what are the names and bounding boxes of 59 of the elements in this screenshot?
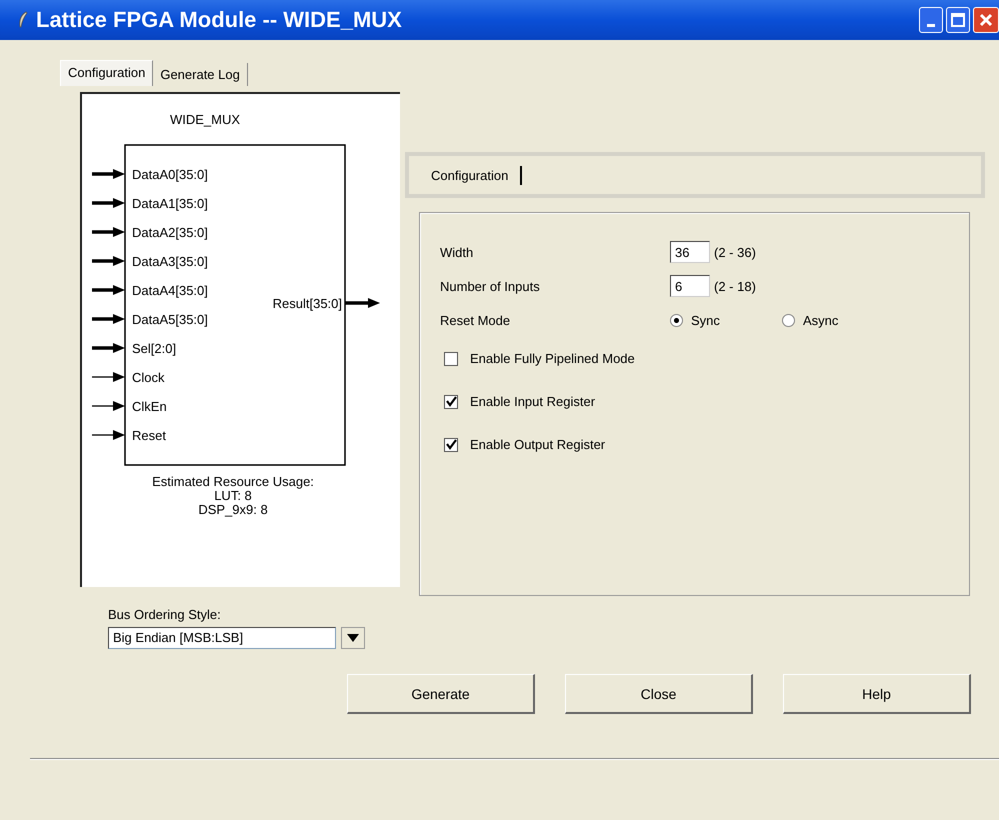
module-title: WIDE_MUX [170, 112, 240, 127]
input-arrow [92, 285, 125, 295]
tab[interactable]: Configuration [60, 60, 154, 86]
dropdown-caret-icon[interactable] [341, 627, 365, 649]
field-label: Bus Ordering Style: [108, 607, 222, 622]
output-arrow [345, 298, 380, 308]
number-input[interactable]: 36 [670, 241, 710, 263]
checkbox-label: Enable Input Register [470, 394, 596, 409]
radio-button[interactable] [782, 314, 795, 326]
window-title: Lattice FPGA Module -- WIDE_MUX [36, 7, 403, 33]
radio-label: Sync [691, 312, 720, 328]
input-arrow [92, 430, 125, 440]
range-text: (2 - 18) [714, 278, 756, 294]
checkbox[interactable] [444, 394, 458, 408]
setting-label: Number of Inputs [440, 278, 541, 294]
action-button[interactable]: Help [783, 674, 971, 714]
port-label: DataA4[35:0] [132, 283, 208, 298]
input-arrow [92, 314, 125, 324]
range-text: (2 - 36) [714, 244, 756, 260]
port-label: Sel[2:0] [132, 341, 176, 356]
input-arrow [92, 343, 125, 353]
feather-icon [18, 11, 28, 29]
port-label: DataA1[35:0] [132, 196, 208, 211]
checkbox-label: Enable Output Register [470, 437, 606, 452]
checkbox-label: Enable Fully Pipelined Mode [470, 351, 635, 366]
input-arrow [92, 227, 125, 237]
checkbox[interactable] [444, 352, 458, 366]
checkbox[interactable] [444, 438, 458, 452]
port-label: DataA2[35:0] [132, 225, 208, 240]
radio-label: Async [803, 312, 838, 328]
setting-label: Reset Mode [440, 312, 512, 328]
input-arrow [92, 198, 125, 208]
number-input[interactable]: 6 [670, 275, 710, 297]
input-arrow [92, 401, 125, 411]
port-label: Reset [132, 428, 166, 443]
input-arrow [92, 372, 125, 382]
resource-usage-text: DSP_9x9: 8 [198, 502, 268, 517]
input-arrow [92, 256, 125, 266]
close-button[interactable] [973, 7, 999, 33]
action-button[interactable]: Close [565, 674, 753, 714]
setting-label: Width [440, 244, 474, 260]
port-label: DataA3[35:0] [132, 254, 208, 269]
bus-ordering-dropdown[interactable]: Big Endian [MSB:LSB] [108, 627, 336, 649]
port-label: DataA0[35:0] [132, 167, 208, 182]
port-label: DataA5[35:0] [132, 312, 208, 327]
resource-usage-text: LUT: 8 [214, 488, 252, 503]
tab[interactable]: Configuration [431, 166, 522, 184]
radio-button[interactable] [670, 314, 683, 326]
minimize-button[interactable] [919, 7, 943, 33]
resource-usage-text: Estimated Resource Usage: [152, 474, 314, 489]
action-button[interactable]: Generate [347, 674, 535, 714]
port-label: Clock [132, 370, 165, 385]
input-arrow [92, 169, 125, 179]
port-label: ClkEn [132, 399, 167, 414]
minimize-icon [927, 24, 935, 26]
close-icon [978, 12, 994, 28]
port-label: Result[35:0] [272, 296, 342, 311]
maximize-button[interactable] [946, 7, 970, 33]
maximize-icon [950, 12, 966, 28]
